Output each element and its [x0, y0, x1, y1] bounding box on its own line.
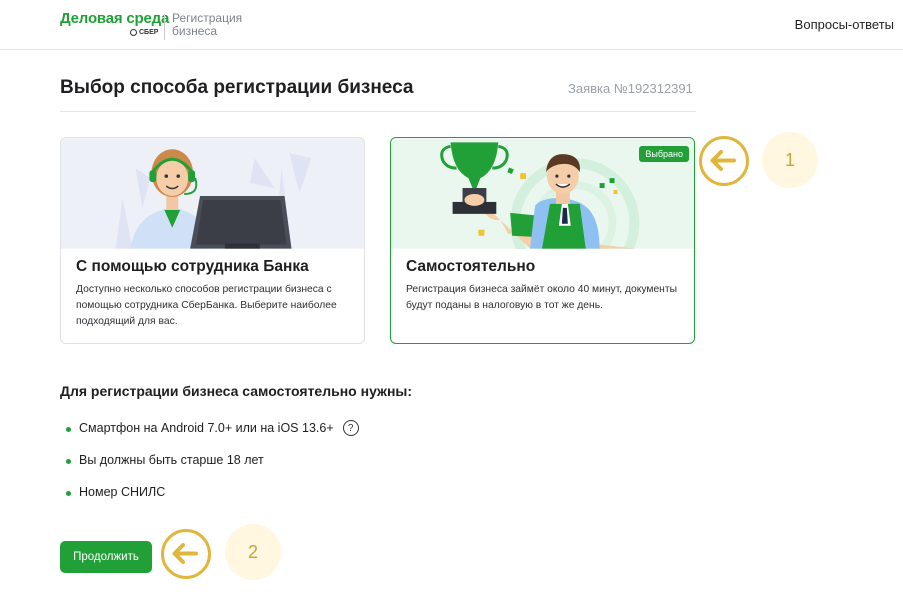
- option-card-body: С помощью сотрудника Банка Доступно неск…: [76, 258, 352, 330]
- sber-logo-icon: [130, 29, 137, 36]
- faq-link[interactable]: Вопросы-ответы: [795, 17, 894, 32]
- page-title: Выбор способа регистрации бизнеса: [60, 77, 414, 98]
- requirement-item: Смартфон на Android 7.0+ или на iOS 13.6…: [66, 420, 359, 453]
- requirement-text: Смартфон на Android 7.0+ или на iOS 13.6…: [79, 421, 334, 435]
- option-card-body: Самостоятельно Регистрация бизнеса займё…: [406, 258, 682, 314]
- requirements-list: Смартфон на Android 7.0+ или на iOS 13.6…: [66, 420, 359, 517]
- help-question-icon[interactable]: ?: [342, 420, 359, 436]
- requirement-item: Номер СНИЛС: [66, 485, 359, 517]
- bank-employee-illustration: [61, 138, 364, 249]
- requirement-item: Вы должны быть старше 18 лет: [66, 453, 359, 485]
- option-description: Регистрация бизнеса займёт около 40 мину…: [406, 284, 677, 311]
- annotation-arrow-1: [699, 136, 749, 186]
- option-description: Доступно несколько способов регистрации …: [76, 284, 337, 327]
- option-title: С помощью сотрудника Банка: [76, 258, 309, 275]
- requirements-title: Для регистрации бизнеса самостоятельно н…: [60, 383, 413, 399]
- option-card-bank-employee[interactable]: С помощью сотрудника Банка Доступно неск…: [60, 137, 365, 344]
- option-card-self[interactable]: Выбрано Самостоятельно Регистрация бизне…: [390, 137, 695, 344]
- annotation-marker-2: 2: [225, 524, 281, 580]
- title-divider: [60, 111, 696, 112]
- continue-button[interactable]: Продолжить: [60, 541, 152, 573]
- annotation-arrow-2: [161, 529, 211, 579]
- arrow-left-icon: [172, 543, 198, 564]
- sber-sublogo: СБЕР: [130, 29, 158, 36]
- selected-badge: Выбрано: [639, 146, 689, 162]
- requirement-text: Вы должны быть старше 18 лет: [79, 453, 264, 467]
- brand-name: Деловая среда: [60, 10, 170, 27]
- option-title: Самостоятельно: [406, 258, 536, 275]
- arrow-left-icon: [710, 150, 736, 171]
- brand-logo[interactable]: Деловая среда СБЕР: [60, 10, 170, 36]
- product-name: Регистрация бизнеса: [172, 11, 243, 38]
- logo-divider: [164, 14, 165, 40]
- annotation-marker-1: 1: [762, 132, 818, 188]
- sber-label: СБЕР: [139, 29, 159, 36]
- request-number: Заявка №192312391: [568, 81, 693, 96]
- top-header: Деловая среда СБЕР Регистрация бизнеса В…: [0, 0, 903, 50]
- requirement-text: Номер СНИЛС: [79, 485, 166, 499]
